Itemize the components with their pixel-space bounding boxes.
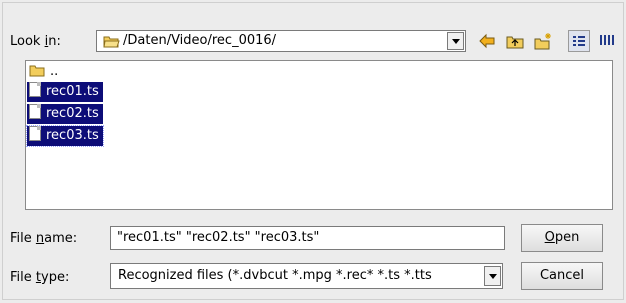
chevron-down-icon[interactable] xyxy=(447,32,464,50)
file-type-label: File type: xyxy=(10,270,70,285)
list-item-label: rec01.ts xyxy=(46,84,99,99)
list-view-icon[interactable] xyxy=(596,30,618,52)
cancel-button[interactable]: Cancel xyxy=(521,262,603,290)
file-name-label: File name: xyxy=(10,231,78,246)
back-arrow-icon[interactable] xyxy=(476,30,498,52)
file-icon xyxy=(29,126,41,141)
parent-folder-icon[interactable] xyxy=(504,30,526,52)
folder-icon xyxy=(29,65,45,77)
look-in-label: Look in: xyxy=(10,34,61,49)
file-type-value: Recognized files (*.dvbcut *.mpg *.rec* … xyxy=(118,268,432,283)
look-in-combobox[interactable]: /Daten/Video/rec_0016/ xyxy=(96,30,466,52)
list-item-parent[interactable]: .. xyxy=(27,62,62,82)
list-item-label: rec02.ts xyxy=(46,106,99,121)
detail-view-icon[interactable] xyxy=(568,30,590,52)
file-icon xyxy=(29,104,41,119)
list-item-label: .. xyxy=(50,64,59,79)
file-icon xyxy=(29,82,41,97)
file-name-input[interactable]: "rec01.ts" "rec02.ts" "rec03.ts" xyxy=(110,226,505,250)
chevron-down-icon[interactable] xyxy=(484,266,501,286)
list-item-label: rec03.ts xyxy=(46,128,99,143)
file-type-combobox[interactable]: Recognized files (*.dvbcut *.mpg *.rec* … xyxy=(110,263,503,289)
open-button[interactable]: Open xyxy=(521,224,603,252)
file-list[interactable]: .. rec01.ts rec02.ts rec03.ts xyxy=(25,60,613,210)
look-in-path: /Daten/Video/rec_0016/ xyxy=(123,33,277,48)
list-item[interactable]: rec02.ts xyxy=(27,104,103,124)
list-item[interactable]: rec03.ts xyxy=(26,125,104,147)
folder-open-icon xyxy=(103,34,120,52)
new-folder-icon[interactable] xyxy=(532,30,554,52)
list-item[interactable]: rec01.ts xyxy=(27,82,103,102)
